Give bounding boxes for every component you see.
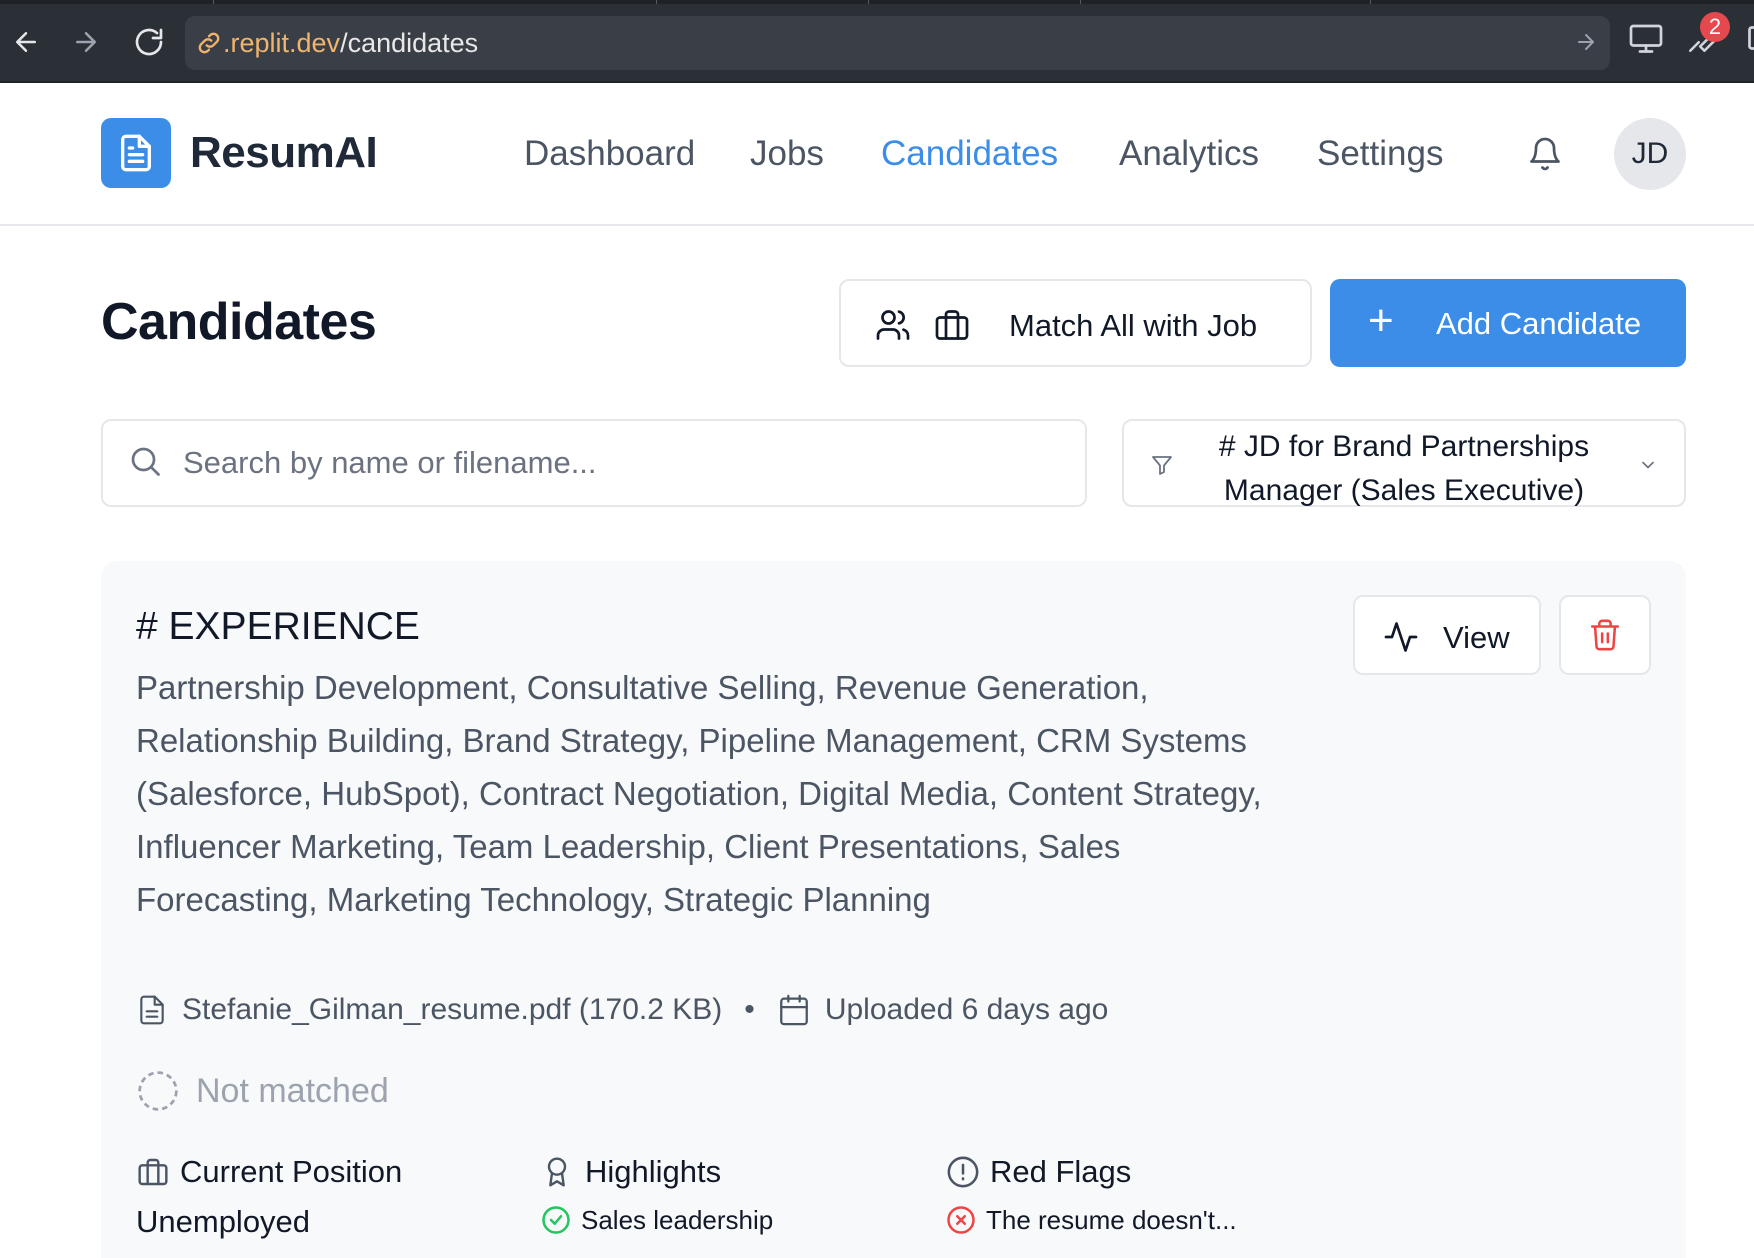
tab-strip — [0, 0, 1754, 4]
match-all-label: Match All with Job — [1009, 308, 1258, 343]
url-text: .replit.dev/candidates — [223, 28, 478, 59]
match-status-text: Not matched — [196, 1071, 389, 1110]
highlight-text: Sales leadership — [581, 1204, 774, 1235]
upload-date: Uploaded 6 days ago — [824, 993, 1109, 1026]
current-position-heading: Current Position — [180, 1154, 403, 1189]
nav-settings[interactable]: Settings — [1317, 134, 1443, 174]
logo-text[interactable]: ResumAI — [190, 128, 378, 178]
job-filter-select[interactable]: # JD for Brand Partnerships Manager (Sal… — [1122, 419, 1686, 507]
check-circle-icon — [542, 1206, 570, 1234]
url-host: .replit.dev — [223, 28, 341, 58]
tab-separator — [213, 0, 214, 4]
search-box — [101, 419, 1087, 507]
forward-button[interactable] — [64, 20, 108, 64]
page-title: Candidates — [101, 293, 377, 351]
tab-separator — [1080, 0, 1081, 4]
reload-icon — [135, 28, 163, 56]
meta-separator: • — [744, 993, 755, 1026]
sidebar-toggle-icon[interactable] — [1744, 20, 1754, 61]
tab-separator — [656, 0, 657, 4]
trash-icon — [1590, 619, 1620, 651]
red-flag-item: The resume doesn't... — [946, 1200, 1237, 1240]
tab-separator — [1370, 0, 1371, 4]
file-meta: Stefanie_Gilman_resume.pdf (170.2 KB) • … — [136, 993, 1108, 1027]
logo-icon[interactable] — [101, 118, 171, 188]
add-candidate-button[interactable]: + Add Candidate — [1330, 279, 1686, 367]
alert-circle-icon — [947, 1156, 979, 1188]
tab-separator — [868, 0, 869, 4]
job-filter-value: # JD for Brand Partnerships Manager (Sal… — [1218, 430, 1590, 507]
delete-button[interactable] — [1559, 595, 1651, 675]
app-header: ResumAI Dashboard Jobs Candidates Analyt… — [0, 84, 1754, 226]
red-flags-heading: Red Flags — [990, 1154, 1132, 1189]
match-status: Not matched — [136, 1069, 389, 1113]
nav-dashboard[interactable]: Dashboard — [524, 134, 695, 174]
activity-icon — [1383, 619, 1419, 660]
dashed-circle-icon — [138, 1071, 178, 1111]
file-name: Stefanie_Gilman_resume.pdf (170.2 KB) — [182, 993, 723, 1026]
browser-toolbar: .replit.dev/candidates 2 — [0, 0, 1754, 83]
briefcase-icon — [935, 310, 969, 340]
x-circle-icon — [947, 1206, 975, 1234]
users-icon — [876, 310, 910, 340]
red-flags-section: Red Flags The resume doesn't... — [946, 1154, 1237, 1240]
search-icon — [127, 443, 163, 484]
nav-analytics[interactable]: Analytics — [1119, 134, 1259, 174]
filter-icon — [1150, 453, 1174, 482]
match-all-button[interactable]: Match All with Job — [839, 279, 1312, 367]
plus-icon: + — [1368, 296, 1394, 345]
highlights-section: Highlights Sales leadership — [541, 1154, 773, 1240]
current-position-value: Unemployed — [136, 1204, 311, 1239]
monitor-icon[interactable] — [1628, 20, 1664, 61]
link-icon — [195, 29, 223, 62]
address-bar[interactable]: .replit.dev/candidates — [185, 16, 1610, 70]
red-flag-text: The resume doesn't... — [986, 1204, 1237, 1235]
chevron-down-icon — [1638, 455, 1658, 480]
bell-icon[interactable] — [1527, 136, 1563, 177]
briefcase-icon — [138, 1158, 168, 1186]
url-path: /candidates — [340, 28, 479, 58]
highlights-heading: Highlights — [585, 1154, 722, 1189]
highlight-item: Sales leadership — [541, 1200, 773, 1240]
notification-badge: 2 — [1700, 12, 1730, 42]
calendar-icon — [779, 994, 808, 1026]
view-label: View — [1443, 620, 1510, 655]
candidate-summary: Partnership Development, Consultative Se… — [136, 669, 1262, 918]
add-candidate-label: Add Candidate — [1436, 306, 1642, 341]
candidate-title: # EXPERIENCE — [136, 605, 420, 648]
candidate-card: # EXPERIENCE Partnership Development, Co… — [101, 561, 1686, 1258]
award-icon — [547, 1157, 567, 1187]
back-button[interactable] — [4, 20, 48, 64]
file-icon — [140, 995, 164, 1025]
arrow-right-icon — [76, 32, 96, 52]
arrow-left-icon — [16, 32, 36, 52]
reload-button[interactable] — [127, 20, 171, 64]
current-position-section: Current Position Unemployed — [136, 1154, 402, 1240]
search-input[interactable] — [183, 441, 1063, 485]
nav-jobs[interactable]: Jobs — [750, 134, 824, 174]
view-button[interactable]: View — [1353, 595, 1541, 675]
avatar[interactable]: JD — [1614, 118, 1686, 190]
nav-candidates[interactable]: Candidates — [881, 134, 1058, 174]
go-arrow-icon[interactable] — [1574, 30, 1598, 59]
